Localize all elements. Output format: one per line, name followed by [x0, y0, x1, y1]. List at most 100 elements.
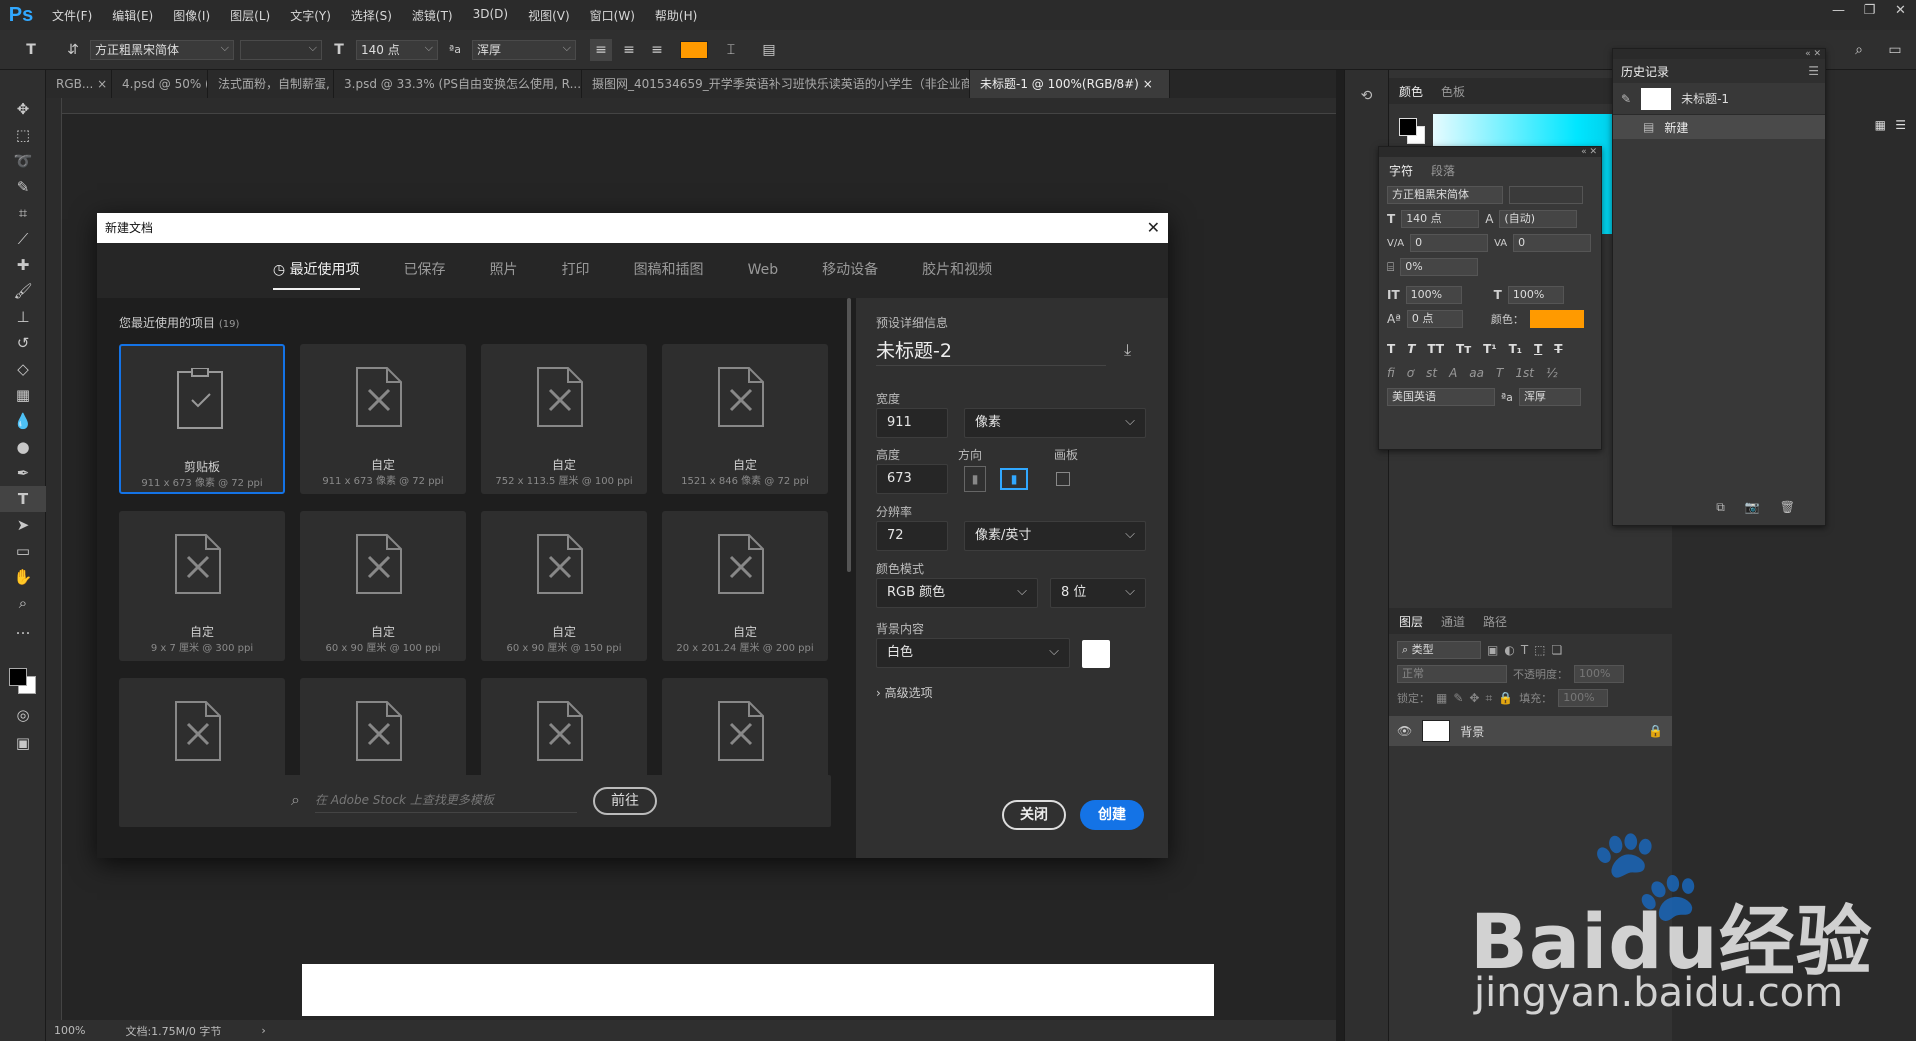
align-center-icon[interactable]: ≡	[618, 39, 640, 61]
dialog-tab[interactable]: Web	[726, 243, 801, 298]
filter-shape-icon[interactable]: ⬚	[1534, 643, 1545, 657]
dialog-tab[interactable]: 已保存	[382, 243, 468, 298]
preset-card[interactable]: 自定 1521 x 846 像素 @ 72 ppi	[662, 344, 828, 494]
font-family-select[interactable]: 方正粗黑宋简体	[90, 39, 234, 60]
filter-type-icon[interactable]: T	[1521, 643, 1528, 657]
preset-card[interactable]: 自定 20 x 201.24 厘米 @ 200 ppi	[662, 511, 828, 661]
artboard-checkbox[interactable]	[1056, 472, 1070, 486]
close-window-icon[interactable]: ✕	[1885, 0, 1916, 22]
alt-ligature-icon[interactable]: ơ	[1407, 366, 1414, 380]
brush-tool-icon[interactable]: 🖌	[0, 278, 46, 304]
move-tool-icon[interactable]: ✥	[0, 96, 46, 122]
filter-adjust-icon[interactable]: ◐	[1504, 643, 1514, 657]
dialog-tab[interactable]: 图稿和插图	[612, 243, 726, 298]
document-tab[interactable]: 4.psd @ 50% ( ×	[112, 70, 208, 98]
small-caps-icon[interactable]: Tт	[1456, 342, 1471, 356]
height-input[interactable]: 673	[876, 464, 948, 494]
tab-paths[interactable]: 路径	[1483, 613, 1507, 630]
char-aa-select[interactable]: 浑厚	[1518, 388, 1581, 406]
create-button[interactable]: 创建	[1080, 800, 1144, 830]
layer-row-background[interactable]: 👁 背景 🔒	[1389, 716, 1673, 746]
document-tab[interactable]: 3.psd @ 33.3% (PS自由变换怎么使用, R... ×	[334, 70, 582, 98]
history-snapshot-row[interactable]: ✎ 未标题-1	[1613, 83, 1825, 115]
char-tsume-input[interactable]: 0%	[1400, 258, 1479, 276]
subscript-icon[interactable]: T₁	[1509, 342, 1522, 356]
fill-input[interactable]: 100%	[1558, 689, 1609, 707]
menu-item[interactable]: 文件(F)	[42, 7, 102, 24]
char-leading-input[interactable]: (自动)	[1499, 210, 1578, 228]
preset-card[interactable]: 自定 911 x 673 像素 @ 72 ppi	[300, 344, 466, 494]
font-style-select[interactable]	[240, 39, 322, 60]
stamp-tool-icon[interactable]: ⊥	[0, 304, 46, 330]
search-icon[interactable]: ⌕	[1848, 39, 1870, 61]
quick-mask-icon[interactable]: ◎	[0, 702, 46, 728]
foreground-color-swatch[interactable]	[9, 668, 27, 686]
document-canvas[interactable]	[302, 964, 1214, 1016]
width-input[interactable]: 911	[876, 408, 948, 438]
tab-channels[interactable]: 通道	[1441, 613, 1465, 630]
go-button[interactable]: 前往	[593, 787, 657, 815]
lasso-tool-icon[interactable]: ➰	[0, 148, 46, 174]
history-brush-icon[interactable]: ↺	[0, 330, 46, 356]
dialog-tab[interactable]: 移动设备	[800, 243, 900, 298]
document-tab[interactable]: 摄图网_401534659_开学季英语补习班快乐读英语的小学生（非企业商用）.p…	[582, 70, 970, 98]
minimize-icon[interactable]: —	[1823, 0, 1854, 22]
screen-mode-icon[interactable]: ▣	[0, 730, 46, 756]
portrait-icon[interactable]: ▮	[964, 466, 986, 492]
stylistic-icon[interactable]: aa	[1469, 366, 1484, 380]
underline-icon[interactable]: T	[1534, 342, 1542, 356]
filter-smart-icon[interactable]: ❏	[1552, 643, 1563, 657]
toggle-orientation-icon[interactable]: ⇵	[62, 39, 84, 61]
bg-color-swatch[interactable]	[1082, 640, 1110, 668]
bg-select[interactable]: 白色	[876, 638, 1070, 668]
opacity-input[interactable]: 100%	[1574, 665, 1624, 683]
healing-tool-icon[interactable]: ✚	[0, 252, 46, 278]
crop-tool-icon[interactable]: ⌗	[0, 200, 46, 226]
preset-card[interactable]: 自定 752 x 113.5 厘米 @ 100 ppi	[481, 344, 647, 494]
char-font-select[interactable]: 方正粗黑宋简体	[1387, 186, 1503, 204]
char-size-input[interactable]: 140 点	[1401, 210, 1480, 228]
close-button[interactable]: 关闭	[1002, 800, 1066, 830]
marquee-tool-icon[interactable]: ⬚	[0, 122, 46, 148]
preset-card[interactable]: 自定 60 x 90 厘米 @ 150 ppi	[481, 511, 647, 661]
align-left-icon[interactable]: ≡	[590, 38, 612, 61]
save-preset-icon[interactable]: ⤓	[1124, 340, 1131, 360]
gradient-tool-icon[interactable]: ▦	[0, 382, 46, 408]
superscript-icon[interactable]: T¹	[1483, 342, 1496, 356]
lock-paint-icon[interactable]: ✎	[1453, 691, 1463, 705]
dialog-tab[interactable]: ◷ 最近使用项	[251, 243, 382, 298]
menu-item[interactable]: 3D(D)	[463, 7, 518, 24]
resolution-unit-select[interactable]: 像素/英寸	[964, 521, 1146, 551]
landscape-icon[interactable]: ▮	[1000, 468, 1028, 490]
panel-icon-tool-presets[interactable]: ⟲	[1356, 88, 1378, 110]
history-tab[interactable]: 历史记录 ☰	[1613, 59, 1825, 83]
doc-name-field[interactable]: 未标题-2	[876, 336, 1106, 366]
blur-tool-icon[interactable]: 💧	[0, 408, 46, 434]
menu-item[interactable]: 编辑(E)	[102, 7, 163, 24]
history-state-row[interactable]: ▤ 新建	[1613, 115, 1825, 139]
preset-card[interactable]	[481, 678, 647, 786]
preset-card[interactable]: 自定 60 x 90 厘米 @ 100 ppi	[300, 511, 466, 661]
text-color-swatch[interactable]	[680, 40, 708, 59]
colormode-select[interactable]: RGB 颜色	[876, 578, 1038, 608]
type-tool-icon[interactable]: T	[0, 486, 46, 512]
language-select[interactable]: 美国英语	[1387, 388, 1495, 406]
faux-italic-icon[interactable]: T	[1407, 342, 1415, 356]
menu-item[interactable]: 滤镜(T)	[402, 7, 463, 24]
filter-pixel-icon[interactable]: ▣	[1487, 643, 1498, 657]
dodge-tool-icon[interactable]: ●	[0, 434, 46, 460]
document-tab[interactable]: RGB... ×	[46, 70, 112, 98]
width-unit-select[interactable]: 像素	[964, 408, 1146, 438]
layer-filter-select[interactable]: ⌕ 类型	[1397, 641, 1481, 659]
preset-card[interactable]	[662, 678, 828, 786]
resolution-input[interactable]: 72	[876, 521, 948, 551]
history-menu-icon[interactable]: ☰	[1808, 64, 1819, 78]
document-tab[interactable]: 法式面粉，自制薪蛋, ... ×	[208, 70, 334, 98]
view-list-icon[interactable]: ☰	[1895, 118, 1906, 132]
blend-mode-select[interactable]: 正常	[1397, 665, 1507, 683]
font-size-select[interactable]: 140 点	[356, 39, 438, 60]
faux-bold-icon[interactable]: T	[1387, 342, 1395, 356]
menu-item[interactable]: 窗口(W)	[580, 7, 645, 24]
char-kerning-input[interactable]: 0	[1410, 234, 1489, 252]
char-style-select[interactable]	[1509, 186, 1583, 204]
